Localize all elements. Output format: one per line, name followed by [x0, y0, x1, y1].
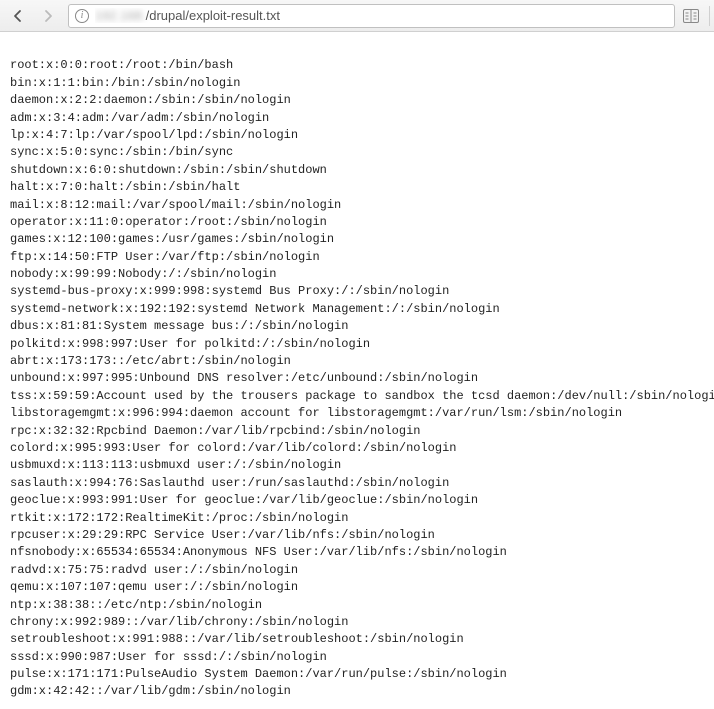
passwd-line: pulse:x:171:171:PulseAudio System Daemon… — [10, 666, 704, 683]
passwd-line: qemu:x:107:107:qemu user:/:/sbin/nologin — [10, 579, 704, 596]
passwd-line: abrt:x:173:173::/etc/abrt:/sbin/nologin — [10, 353, 704, 370]
passwd-line: chrony:x:992:989::/var/lib/chrony:/sbin/… — [10, 614, 704, 631]
forward-button[interactable] — [34, 4, 62, 28]
passwd-line: halt:x:7:0:halt:/sbin:/sbin/halt — [10, 179, 704, 196]
passwd-line: games:x:12:100:games:/usr/games:/sbin/no… — [10, 231, 704, 248]
passwd-line: ftp:x:14:50:FTP User:/var/ftp:/sbin/nolo… — [10, 249, 704, 266]
passwd-line: polkitd:x:998:997:User for polkitd:/:/sb… — [10, 336, 704, 353]
passwd-line: bin:x:1:1:bin:/bin:/sbin/nologin — [10, 75, 704, 92]
passwd-line: adm:x:3:4:adm:/var/adm:/sbin/nologin — [10, 110, 704, 127]
passwd-line: unbound:x:997:995:Unbound DNS resolver:/… — [10, 370, 704, 387]
passwd-line: geoclue:x:993:991:User for geoclue:/var/… — [10, 492, 704, 509]
toolbar-divider — [709, 6, 710, 26]
passwd-line: sssd:x:990:987:User for sssd:/:/sbin/nol… — [10, 649, 704, 666]
passwd-line: daemon:x:2:2:daemon:/sbin:/sbin/nologin — [10, 92, 704, 109]
passwd-line: colord:x:995:993:User for colord:/var/li… — [10, 440, 704, 457]
passwd-line: tss:x:59:59:Account used by the trousers… — [10, 388, 704, 405]
browser-toolbar: i 192.168./drupal/exploit-result.txt — [0, 0, 714, 32]
passwd-line: dbus:x:81:81:System message bus:/:/sbin/… — [10, 318, 704, 335]
passwd-line: root:x:0:0:root:/root:/bin/bash — [10, 57, 704, 74]
passwd-line: setroubleshoot:x:991:988::/var/lib/setro… — [10, 631, 704, 648]
passwd-line: ntp:x:38:38::/etc/ntp:/sbin/nologin — [10, 597, 704, 614]
passwd-line: radvd:x:75:75:radvd user:/:/sbin/nologin — [10, 562, 704, 579]
passwd-line: saslauth:x:994:76:Saslauthd user:/run/sa… — [10, 475, 704, 492]
passwd-line: nobody:x:99:99:Nobody:/:/sbin/nologin — [10, 266, 704, 283]
passwd-line: systemd-network:x:192:192:systemd Networ… — [10, 301, 704, 318]
passwd-line: libstoragemgmt:x:996:994:daemon account … — [10, 405, 704, 422]
url-text: 192.168./drupal/exploit-result.txt — [95, 8, 280, 23]
arrow-right-icon — [41, 9, 55, 23]
site-info-icon[interactable]: i — [75, 9, 89, 23]
file-content: root:x:0:0:root:/root:/bin/bashbin:x:1:1… — [0, 32, 714, 709]
passwd-line: gdm:x:42:42::/var/lib/gdm:/sbin/nologin — [10, 683, 704, 700]
passwd-line: operator:x:11:0:operator:/root:/sbin/nol… — [10, 214, 704, 231]
passwd-line: rpc:x:32:32:Rpcbind Daemon:/var/lib/rpcb… — [10, 423, 704, 440]
passwd-line: rpcuser:x:29:29:RPC Service User:/var/li… — [10, 527, 704, 544]
passwd-line: lp:x:4:7:lp:/var/spool/lpd:/sbin/nologin — [10, 127, 704, 144]
passwd-line: sync:x:5:0:sync:/sbin:/bin/sync — [10, 144, 704, 161]
reader-mode-icon[interactable] — [681, 6, 701, 26]
back-button[interactable] — [4, 4, 32, 28]
passwd-line: systemd-bus-proxy:x:999:998:systemd Bus … — [10, 283, 704, 300]
passwd-line: usbmuxd:x:113:113:usbmuxd user:/:/sbin/n… — [10, 457, 704, 474]
arrow-left-icon — [11, 9, 25, 23]
passwd-line: nfsnobody:x:65534:65534:Anonymous NFS Us… — [10, 544, 704, 561]
passwd-line: shutdown:x:6:0:shutdown:/sbin:/sbin/shut… — [10, 162, 704, 179]
passwd-line: mail:x:8:12:mail:/var/spool/mail:/sbin/n… — [10, 197, 704, 214]
url-bar[interactable]: i 192.168./drupal/exploit-result.txt — [68, 4, 675, 28]
passwd-line: rtkit:x:172:172:RealtimeKit:/proc:/sbin/… — [10, 510, 704, 527]
